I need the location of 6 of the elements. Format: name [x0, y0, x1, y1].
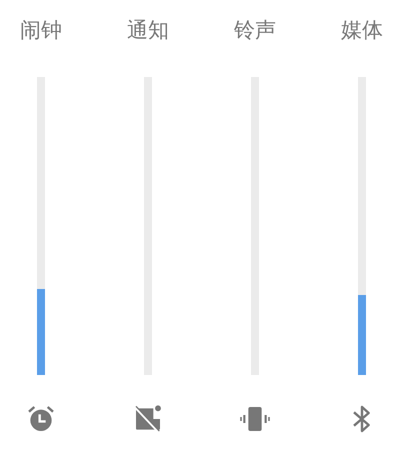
volume-slider[interactable] — [358, 77, 366, 375]
channel-label: 铃声 — [234, 17, 276, 44]
channel-label: 媒体 — [341, 17, 383, 44]
channel-label: 闹钟 — [20, 17, 62, 44]
volume-slider[interactable] — [37, 77, 45, 375]
channel-label: 通知 — [127, 17, 169, 44]
